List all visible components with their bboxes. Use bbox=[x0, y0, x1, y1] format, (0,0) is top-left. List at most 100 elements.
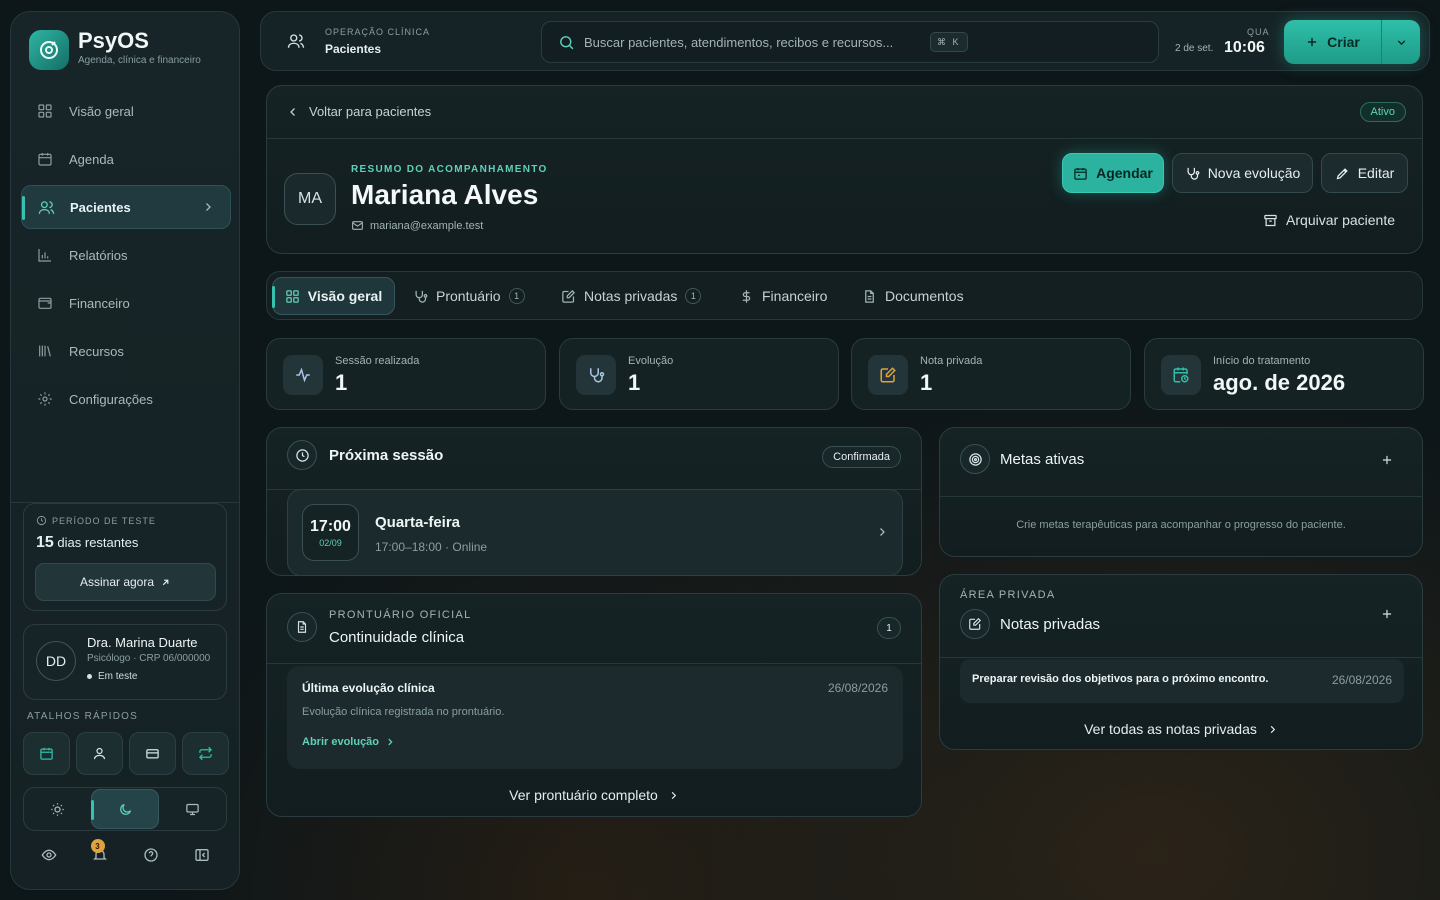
clinical-record-card: PRONTUÁRIO OFICIAL Continuidade clínica … bbox=[266, 593, 922, 817]
repeat-icon bbox=[198, 746, 213, 761]
calendar-icon bbox=[39, 746, 54, 761]
search-input[interactable]: Buscar pacientes, atendimentos, recibos … bbox=[541, 21, 1159, 63]
tab-label: Notas privadas bbox=[584, 288, 678, 304]
moon-icon bbox=[118, 802, 133, 817]
chevron-right-icon bbox=[385, 737, 395, 747]
nav-item-financeiro[interactable]: Financeiro bbox=[21, 281, 231, 325]
collapse-sidebar-icon[interactable] bbox=[194, 847, 210, 863]
logo-icon[interactable] bbox=[29, 30, 69, 70]
note-edit-icon bbox=[960, 609, 990, 639]
add-note-button[interactable] bbox=[1380, 607, 1394, 621]
edit-button[interactable]: Editar bbox=[1321, 153, 1408, 193]
calendar-icon bbox=[37, 151, 57, 167]
stethoscope-icon bbox=[1185, 166, 1200, 181]
theme-switcher bbox=[23, 787, 227, 831]
new-evolution-label: Nova evolução bbox=[1207, 165, 1301, 181]
user-card[interactable]: DD Dra. Marina Duarte Psicólogo · CRP 06… bbox=[23, 624, 227, 700]
back-label: Voltar para pacientes bbox=[309, 104, 432, 119]
note-text: Preparar revisão dos objetivos para o pr… bbox=[972, 673, 1269, 685]
nav-item-visao-geral[interactable]: Visão geral bbox=[21, 89, 231, 133]
stethoscope-icon bbox=[413, 289, 428, 304]
nav-item-agenda[interactable]: Agenda bbox=[21, 137, 231, 181]
summary-overline: RESUMO DO ACOMPANHAMENTO bbox=[351, 164, 548, 175]
add-goal-button[interactable] bbox=[1380, 453, 1394, 467]
theme-light-button[interactable] bbox=[24, 789, 91, 829]
next-session-item[interactable]: 17:00 02/09 Quarta-feira 17:00–18:00 · O… bbox=[287, 489, 903, 576]
patient-email-text: mariana@example.test bbox=[370, 219, 484, 232]
all-notes-label: Ver todas as notas privadas bbox=[1084, 721, 1257, 737]
nav-label: Configurações bbox=[69, 391, 153, 407]
stat-card-private-notes: Nota privada 1 bbox=[851, 338, 1131, 410]
last-evolution-title: Última evolução clínica bbox=[302, 681, 435, 695]
user-role: Psicólogo · CRP 06/000000 bbox=[87, 653, 211, 664]
target-icon bbox=[960, 444, 990, 474]
schedule-label: Agendar bbox=[1096, 165, 1153, 181]
create-label: Criar bbox=[1327, 34, 1360, 50]
stat-value: 1 bbox=[628, 370, 641, 395]
quick-user-button[interactable] bbox=[76, 732, 123, 775]
theme-system-button[interactable] bbox=[159, 789, 226, 829]
archive-label: Arquivar paciente bbox=[1286, 212, 1395, 228]
edit-label: Editar bbox=[1357, 165, 1395, 181]
schedule-button[interactable]: Agendar bbox=[1062, 153, 1164, 193]
eye-icon[interactable] bbox=[41, 847, 57, 863]
user-status-text: Em teste bbox=[98, 671, 138, 682]
nav-item-relatorios[interactable]: Relatórios bbox=[21, 233, 231, 277]
last-evolution-desc: Evolução clínica registrada no prontuári… bbox=[302, 706, 505, 718]
activity-icon bbox=[283, 355, 323, 395]
chevron-right-icon bbox=[668, 790, 679, 801]
subscribe-label: Assinar agora bbox=[79, 575, 155, 589]
nav-item-configuracoes[interactable]: Configurações bbox=[21, 377, 231, 421]
tab-financeiro[interactable]: Financeiro bbox=[739, 277, 827, 315]
create-dropdown-button[interactable] bbox=[1382, 20, 1420, 64]
tab-notas-privadas[interactable]: Notas privadas 1 bbox=[561, 277, 702, 315]
bar-chart-icon bbox=[37, 247, 57, 263]
brand-name: PsyOS bbox=[78, 28, 149, 53]
full-record-link[interactable]: Ver prontuário completo bbox=[267, 787, 921, 803]
nav-item-recursos[interactable]: Recursos bbox=[21, 329, 231, 373]
trial-days-suffix: dias restantes bbox=[53, 535, 139, 550]
private-note-item[interactable]: Preparar revisão dos objetivos para o pr… bbox=[960, 659, 1404, 703]
tab-prontuario[interactable]: Prontuário 1 bbox=[413, 277, 525, 315]
archive-patient-button[interactable]: Arquivar paciente bbox=[1263, 212, 1395, 228]
grid-icon bbox=[285, 289, 300, 304]
search-placeholder: Buscar pacientes, atendimentos, recibos … bbox=[584, 35, 894, 50]
status-dot bbox=[87, 674, 92, 679]
subscribe-button[interactable]: Assinar agora bbox=[35, 563, 216, 601]
stat-card-evolutions: Evolução 1 bbox=[559, 338, 839, 410]
nav-label: Agenda bbox=[69, 151, 114, 167]
tab-documentos[interactable]: Documentos bbox=[862, 277, 964, 315]
open-evolution-link[interactable]: Abrir evolução bbox=[302, 736, 395, 748]
patient-email: mariana@example.test bbox=[351, 219, 483, 232]
new-evolution-button[interactable]: Nova evolução bbox=[1172, 153, 1313, 193]
last-evolution-date: 26/08/2026 bbox=[827, 681, 888, 695]
main-nav: Visão geral Agenda Pacientes Relatórios … bbox=[21, 89, 231, 425]
create-button[interactable]: Criar bbox=[1284, 20, 1382, 64]
theme-dark-button[interactable] bbox=[90, 789, 160, 829]
quick-sync-button[interactable] bbox=[182, 732, 229, 775]
quick-card-button[interactable] bbox=[129, 732, 176, 775]
grid-icon bbox=[37, 103, 57, 119]
brand-subtitle: Agenda, clínica e financeiro bbox=[78, 55, 201, 66]
trial-label: PERÍODO DE TESTE bbox=[36, 515, 156, 526]
tab-visao-geral[interactable]: Visão geral bbox=[272, 277, 395, 315]
chevron-down-icon bbox=[1395, 36, 1408, 49]
next-session-card: Próxima sessão Confirmada 17:00 02/09 Qu… bbox=[266, 427, 922, 576]
help-icon[interactable] bbox=[143, 847, 159, 863]
tab-count: 1 bbox=[508, 288, 525, 304]
record-title: Continuidade clínica bbox=[329, 629, 465, 646]
session-range: 17:00–18:00 · Online bbox=[375, 540, 488, 554]
all-notes-link[interactable]: Ver todas as notas privadas bbox=[940, 721, 1422, 737]
tab-label: Visão geral bbox=[307, 288, 383, 304]
quick-calendar-button[interactable] bbox=[23, 732, 70, 775]
patient-name: Mariana Alves bbox=[351, 179, 539, 210]
nav-item-pacientes[interactable]: Pacientes bbox=[21, 185, 231, 229]
notifications-bell-icon[interactable]: 3 bbox=[90, 839, 108, 863]
back-to-patients-link[interactable]: Voltar para pacientes bbox=[287, 104, 431, 119]
trial-card: PERÍODO DE TESTE 15 dias restantes Assin… bbox=[23, 503, 227, 611]
mail-icon bbox=[351, 219, 364, 232]
stethoscope-icon bbox=[576, 355, 616, 395]
user-icon bbox=[92, 746, 107, 761]
shortcut-badge: ⌘ K bbox=[930, 32, 968, 52]
calendar-clock-icon bbox=[1161, 355, 1201, 395]
